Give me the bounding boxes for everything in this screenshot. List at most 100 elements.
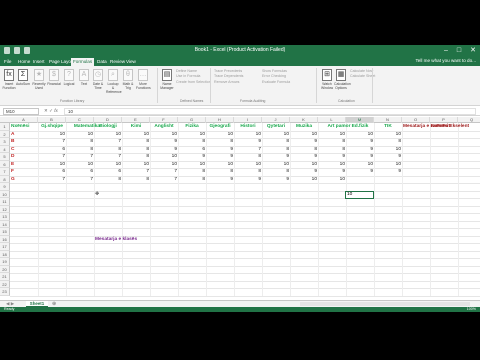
- row-header-5[interactable]: 5: [0, 153, 10, 161]
- row-header-8[interactable]: 8: [0, 175, 10, 183]
- grade-cell[interactable]: 9: [151, 138, 177, 146]
- grade-cell[interactable]: 8: [123, 138, 149, 146]
- grade-cell[interactable]: 8: [263, 138, 289, 146]
- grade-cell[interactable]: 7: [39, 153, 65, 161]
- grade-cell[interactable]: 7: [67, 153, 93, 161]
- ribbon-button-watch-window[interactable]: ⊞ Watch Window: [320, 69, 334, 90]
- grade-cell[interactable]: 10: [319, 176, 345, 184]
- grade-cell[interactable]: 10: [291, 176, 317, 184]
- column-title-cell[interactable]: TIK: [375, 123, 401, 131]
- ribbon-button-recently-used[interactable]: ★ Recently Used: [32, 69, 46, 90]
- grade-cell[interactable]: 10: [263, 131, 289, 139]
- grade-cell[interactable]: 8: [207, 138, 233, 146]
- grade-cell[interactable]: 10: [375, 161, 401, 169]
- grade-cell[interactable]: 9: [207, 153, 233, 161]
- row-header-9[interactable]: 9: [0, 183, 10, 191]
- ribbon-button-financial[interactable]: $ Financial: [47, 69, 61, 86]
- grade-cell[interactable]: 9: [151, 146, 177, 154]
- tab-data[interactable]: Data: [95, 58, 109, 66]
- grade-cell[interactable]: 8: [291, 146, 317, 154]
- grade-cell[interactable]: 6: [67, 168, 93, 176]
- close-icon[interactable]: ✕: [470, 46, 476, 55]
- ribbon-button-insert-function[interactable]: fx Insert Function: [2, 69, 16, 90]
- column-title-cell[interactable]: Muzika: [291, 123, 317, 131]
- grade-cell[interactable]: 10: [347, 161, 373, 169]
- grade-cell[interactable]: 10: [347, 131, 373, 139]
- grade-cell[interactable]: 10: [179, 131, 205, 139]
- grade-cell[interactable]: 8: [207, 168, 233, 176]
- grade-cell[interactable]: 8: [235, 153, 261, 161]
- student-name-cell[interactable]: C: [11, 146, 37, 154]
- grade-cell[interactable]: 7: [235, 146, 261, 154]
- grade-cell[interactable]: 10: [67, 161, 93, 169]
- grade-cell[interactable]: 10: [95, 161, 121, 169]
- name-box[interactable]: M10: [3, 108, 39, 115]
- ribbon-button-more-functions[interactable]: … More Functions: [136, 69, 151, 90]
- ribbon-button-lookup-reference[interactable]: ⌕ Lookup & Reference: [106, 69, 122, 94]
- grade-cell[interactable]: 6: [179, 146, 205, 154]
- grade-cell[interactable]: 8: [375, 138, 401, 146]
- grade-cell[interactable]: 8: [263, 146, 289, 154]
- column-title-cell[interactable]: Nxënësi: [11, 123, 41, 131]
- grade-cell[interactable]: 8: [319, 146, 345, 154]
- student-name-cell[interactable]: F: [11, 168, 37, 176]
- grade-cell[interactable]: 10: [67, 131, 93, 139]
- grade-cell[interactable]: 7: [95, 138, 121, 146]
- insert-function-icon[interactable]: ✕ ✓ fx: [44, 108, 58, 114]
- row-header-20[interactable]: 20: [0, 265, 10, 273]
- grade-cell[interactable]: 8: [235, 168, 261, 176]
- student-name-cell[interactable]: G: [11, 176, 37, 184]
- grade-cell[interactable]: 10: [39, 161, 65, 169]
- grade-cell[interactable]: 6: [39, 168, 65, 176]
- grade-cell[interactable]: 7: [67, 176, 93, 184]
- row-header-4[interactable]: 4: [0, 145, 10, 153]
- grade-cell[interactable]: 9: [179, 153, 205, 161]
- grade-cell[interactable]: 10: [151, 161, 177, 169]
- ribbon-button-math-trig[interactable]: θ Math & Trig: [121, 69, 135, 90]
- column-title-cell[interactable]: Gj.shqipe: [39, 123, 65, 131]
- grade-cell[interactable]: 8: [179, 176, 205, 184]
- grade-cell[interactable]: 6: [39, 146, 65, 154]
- grade-cell[interactable]: 8: [179, 168, 205, 176]
- grade-cell[interactable]: 7: [151, 168, 177, 176]
- ribbon-button-date-time[interactable]: ◷ Date & Time: [91, 69, 105, 90]
- row-header-23[interactable]: 23: [0, 288, 10, 296]
- row-header-22[interactable]: 22: [0, 280, 10, 288]
- grade-cell[interactable]: 10: [207, 161, 233, 169]
- row-header-1[interactable]: 1: [0, 123, 10, 131]
- grade-cell[interactable]: 9: [235, 138, 261, 146]
- grade-cell[interactable]: 10: [235, 131, 261, 139]
- column-title-cell[interactable]: Biologji: [95, 123, 121, 131]
- grade-cell[interactable]: 10: [207, 131, 233, 139]
- row-header-6[interactable]: 6: [0, 160, 10, 168]
- ribbon-button-calculation-options[interactable]: ▦ Calculation Options: [334, 69, 351, 90]
- row-header-7[interactable]: 7: [0, 168, 10, 176]
- student-name-cell[interactable]: E: [11, 161, 37, 169]
- grade-cell[interactable]: 10: [95, 131, 121, 139]
- grade-cell[interactable]: 9: [375, 153, 401, 161]
- tab-formulas[interactable]: Formulas: [71, 58, 95, 66]
- column-title-cell[interactable]: Kimi: [123, 123, 149, 131]
- grade-cell[interactable]: 10: [291, 161, 317, 169]
- grade-cell[interactable]: 10: [179, 161, 205, 169]
- grade-cell[interactable]: 10: [151, 131, 177, 139]
- ribbon-button-autosum[interactable]: Σ AutoSum: [16, 69, 30, 86]
- grade-cell[interactable]: 9: [347, 168, 373, 176]
- tab-home[interactable]: Home: [16, 58, 32, 66]
- ribbon-small-item[interactable]: Remove Arrows: [214, 80, 243, 85]
- worksheet-grid[interactable]: ABCDEFGHIJKLMNOPQ 1 2 3 4 5 6 7 8 9 10 11 12 13 14 15 1…: [0, 117, 480, 300]
- grade-cell[interactable]: 8: [179, 138, 205, 146]
- grade-cell[interactable]: 7: [39, 138, 65, 146]
- student-name-cell[interactable]: D: [11, 153, 37, 161]
- row-header-18[interactable]: 18: [0, 250, 10, 258]
- row-header-21[interactable]: 21: [0, 273, 10, 281]
- grade-cell[interactable]: 8: [123, 153, 149, 161]
- grade-cell[interactable]: 9: [263, 153, 289, 161]
- grade-cell[interactable]: 10: [123, 131, 149, 139]
- grade-cell[interactable]: 9: [319, 153, 345, 161]
- grade-cell[interactable]: 8: [123, 176, 149, 184]
- grade-cell[interactable]: 8: [319, 138, 345, 146]
- grade-cell[interactable]: 10: [375, 131, 401, 139]
- grade-cell[interactable]: 10: [291, 131, 317, 139]
- row-header-2[interactable]: 2: [0, 130, 10, 138]
